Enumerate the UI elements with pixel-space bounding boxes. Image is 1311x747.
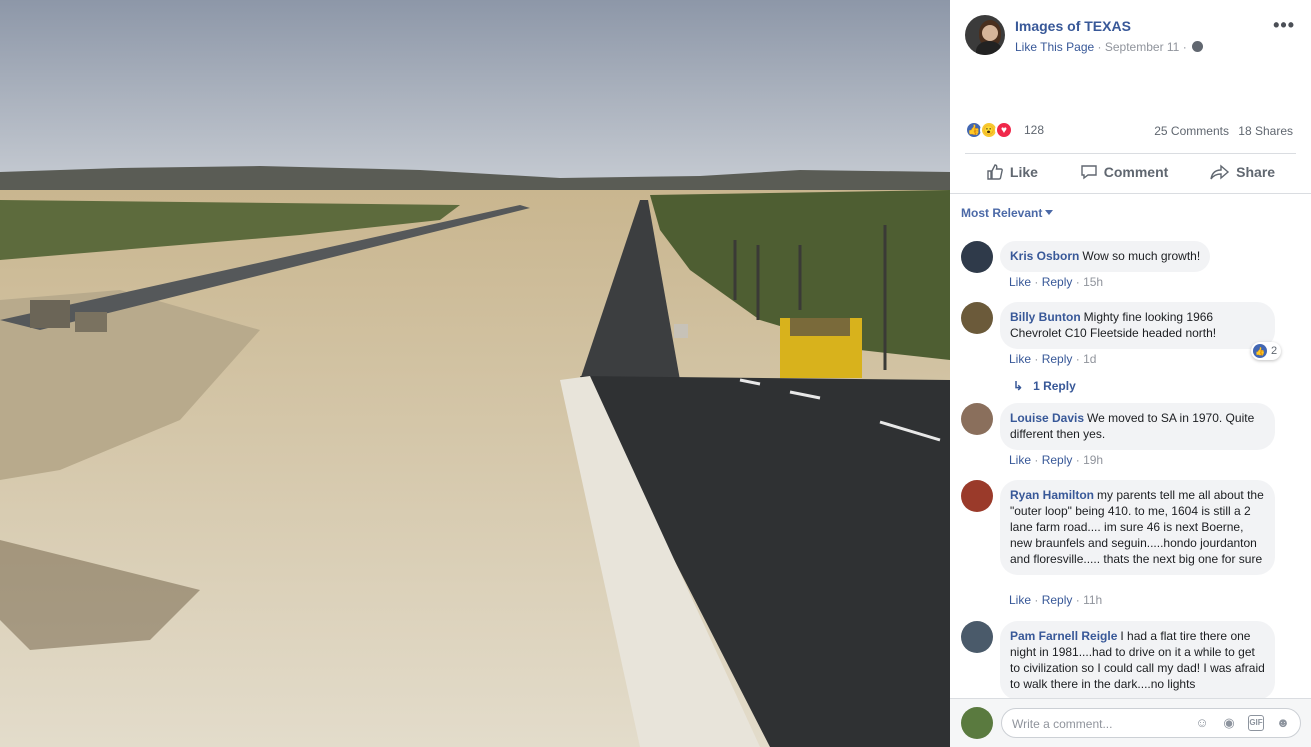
comment-label: Comment [1103,164,1169,180]
comment-like-link[interactable]: Like [1009,593,1031,607]
sep: · [1034,352,1039,366]
sep: · [1034,275,1039,289]
sep: · [1075,352,1080,366]
comment-actions: Like · Reply · 15h [1009,275,1103,289]
comment-reactions[interactable]: 👍 2 [1251,342,1282,360]
commenter-avatar[interactable] [961,480,993,512]
comment-like-link[interactable]: Like [1009,352,1031,366]
sep: · [1075,275,1080,289]
reactions-bar: 👍 😮 ♥ 128 25 Comments 18 Shares [965,120,1293,142]
comment-reply-link[interactable]: Reply [1042,275,1073,289]
caret-down-icon [1045,210,1054,215]
current-user-avatar [961,707,993,739]
comment-bubble: Louise Davis We moved to SA in 1970. Quit… [1000,403,1275,450]
comment-button[interactable]: Comment [1080,163,1169,181]
sort-label: Most Relevant [961,206,1043,220]
shares-count[interactable]: 18 Shares [1238,124,1293,138]
like-label: Like [1009,164,1038,180]
page-name-link[interactable]: Images of TEXAS [1015,18,1131,34]
reply-arrow-icon: ↳ [1013,379,1024,393]
comment-text: Wow so much growth! [1082,249,1201,263]
comment-author[interactable]: Louise Davis [1010,411,1084,425]
comment-actions: Like · Reply · 19h [1009,453,1103,467]
comment-author[interactable]: Pam Farnell Reigle [1010,629,1117,643]
divider [950,193,1311,194]
comment-time[interactable]: 15h [1083,275,1103,289]
comment-reply-link[interactable]: Reply [1042,453,1073,467]
like-page-link[interactable]: Like This Page [1015,40,1094,54]
commenter-avatar[interactable] [961,403,993,435]
like-button[interactable]: Like [986,163,1038,181]
share-icon [1210,164,1230,180]
post-date[interactable]: September 11 [1105,40,1180,54]
comment-reaction-count: 2 [1271,345,1278,357]
comment-placeholder: Write a comment... [1012,717,1113,731]
commenter-avatar[interactable] [961,241,993,273]
post-actions: Like Comment Share [965,155,1296,189]
comment-time[interactable]: 19h [1083,453,1103,467]
photo-viewer[interactable] [0,0,950,747]
comment-actions: Like · Reply · 11h [1009,593,1102,607]
comment-like-link[interactable]: Like [1009,275,1031,289]
like-reaction-icon: 👍 [1253,344,1267,358]
page-avatar[interactable] [965,15,1005,55]
comment-author[interactable]: Kris Osborn [1010,249,1079,263]
love-reaction-icon[interactable]: ♥ [995,121,1013,139]
meta-separator-2: · [1182,40,1187,54]
post-header: Images of TEXAS Like This Page · Septemb… [965,15,1301,59]
like-icon [987,164,1003,180]
post-side-panel: Images of TEXAS Like This Page · Septemb… [950,0,1311,747]
sticker-icon[interactable]: ☻ [1275,715,1291,731]
comment-bubble: Pam Farnell Reigle I had a flat tire ther… [1000,621,1275,700]
comment-icon [1081,165,1097,180]
camera-icon[interactable]: ◉ [1221,715,1237,731]
comment-like-link[interactable]: Like [1009,453,1031,467]
sep: · [1034,453,1039,467]
divider [965,153,1296,154]
comments-count[interactable]: 25 Comments [1154,124,1229,138]
comment-author[interactable]: Ryan Hamilton [1010,488,1094,502]
sort-dropdown[interactable]: Most Relevant [961,206,1054,220]
comment-bubble: Ryan Hamilton my parents tell me all abou… [1000,480,1275,575]
sep: · [1034,593,1039,607]
comment-bubble: Kris Osborn Wow so much growth! [1000,241,1211,272]
comment-bubble: Billy Bunton Mighty fine looking 1966 Che… [1000,302,1275,349]
emoji-icon[interactable]: ☺ [1194,715,1210,731]
highway-photo [0,0,950,747]
comment-time[interactable]: 11h [1083,593,1102,607]
sep: · [1075,453,1080,467]
sep: · [1075,593,1080,607]
view-replies-link[interactable]: ↳ 1 Reply [1013,379,1076,393]
comment-reply-link[interactable]: Reply [1042,352,1073,366]
more-icon[interactable]: ••• [1273,15,1295,36]
comment-actions: Like · Reply · 1d [1009,352,1096,366]
comment-reply-link[interactable]: Reply [1042,593,1073,607]
replies-count: 1 Reply [1033,379,1076,393]
meta-separator: · [1097,40,1102,54]
comment-author[interactable]: Billy Bunton [1010,310,1081,324]
comment-time[interactable]: 1d [1083,352,1096,366]
comment-composer: Write a comment... ☺ ◉ GIF ☻ [950,698,1311,747]
share-button[interactable]: Share [1210,163,1275,181]
commenter-avatar[interactable] [961,302,993,334]
gif-icon[interactable]: GIF [1248,715,1264,731]
composer-tools: ☺ ◉ GIF ☻ [1194,715,1291,731]
commenter-avatar[interactable] [961,621,993,653]
reactions-count[interactable]: 128 [1024,123,1044,137]
globe-icon [1192,41,1204,52]
post-meta: Like This Page · September 11 · [1015,40,1204,54]
engagement-counts: 25 Comments 18 Shares [1148,124,1293,138]
share-label: Share [1236,164,1276,180]
